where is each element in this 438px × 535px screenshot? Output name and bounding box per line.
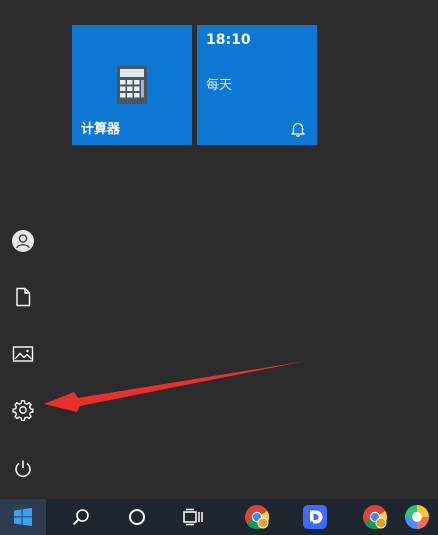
- start-menu-rail: [0, 0, 48, 499]
- power-icon: [15, 460, 31, 477]
- task-view-icon: [183, 508, 203, 526]
- calculator-tile-label: 计算器: [81, 122, 121, 137]
- chrome-icon: [245, 505, 270, 529]
- taskbar-chrome-button[interactable]: [234, 499, 280, 535]
- picture-icon: [12, 346, 34, 362]
- rail-settings-button[interactable]: [0, 387, 46, 433]
- alarm-repeat: 每天: [206, 78, 233, 93]
- taskbar-blue-d-app-button[interactable]: [292, 499, 338, 535]
- taskbar-colorful-app-button[interactable]: [404, 499, 438, 535]
- taskbar-chrome-2-button[interactable]: [352, 499, 398, 535]
- start-button[interactable]: [0, 499, 46, 535]
- blue-d-app-icon: [303, 505, 327, 529]
- taskbar-cortana-button[interactable]: [114, 499, 160, 535]
- user-avatar-icon: [12, 230, 34, 252]
- chrome-icon: [363, 505, 388, 529]
- rail-power-button[interactable]: [0, 446, 46, 492]
- bell-icon: [291, 122, 305, 137]
- cortana-circle-icon: [129, 509, 145, 525]
- gear-icon: [12, 400, 34, 421]
- rail-pictures-button[interactable]: [0, 331, 46, 377]
- calculator-tile[interactable]: 计算器: [72, 25, 192, 145]
- rail-user-button[interactable]: [0, 218, 46, 264]
- document-icon: [16, 287, 31, 307]
- start-menu: 计算器 18:10 每天: [0, 0, 438, 499]
- search-icon: [72, 509, 89, 526]
- taskbar: [0, 499, 438, 535]
- alarm-tile[interactable]: 18:10 每天: [197, 25, 317, 145]
- alarm-time: 18:10: [206, 32, 251, 48]
- colorful-app-icon: [405, 505, 429, 529]
- taskbar-task-view-button[interactable]: [170, 499, 216, 535]
- windows-logo-icon: [14, 508, 32, 526]
- taskbar-search-button[interactable]: [58, 499, 104, 535]
- calculator-icon: [117, 66, 147, 104]
- rail-documents-button[interactable]: [0, 274, 46, 320]
